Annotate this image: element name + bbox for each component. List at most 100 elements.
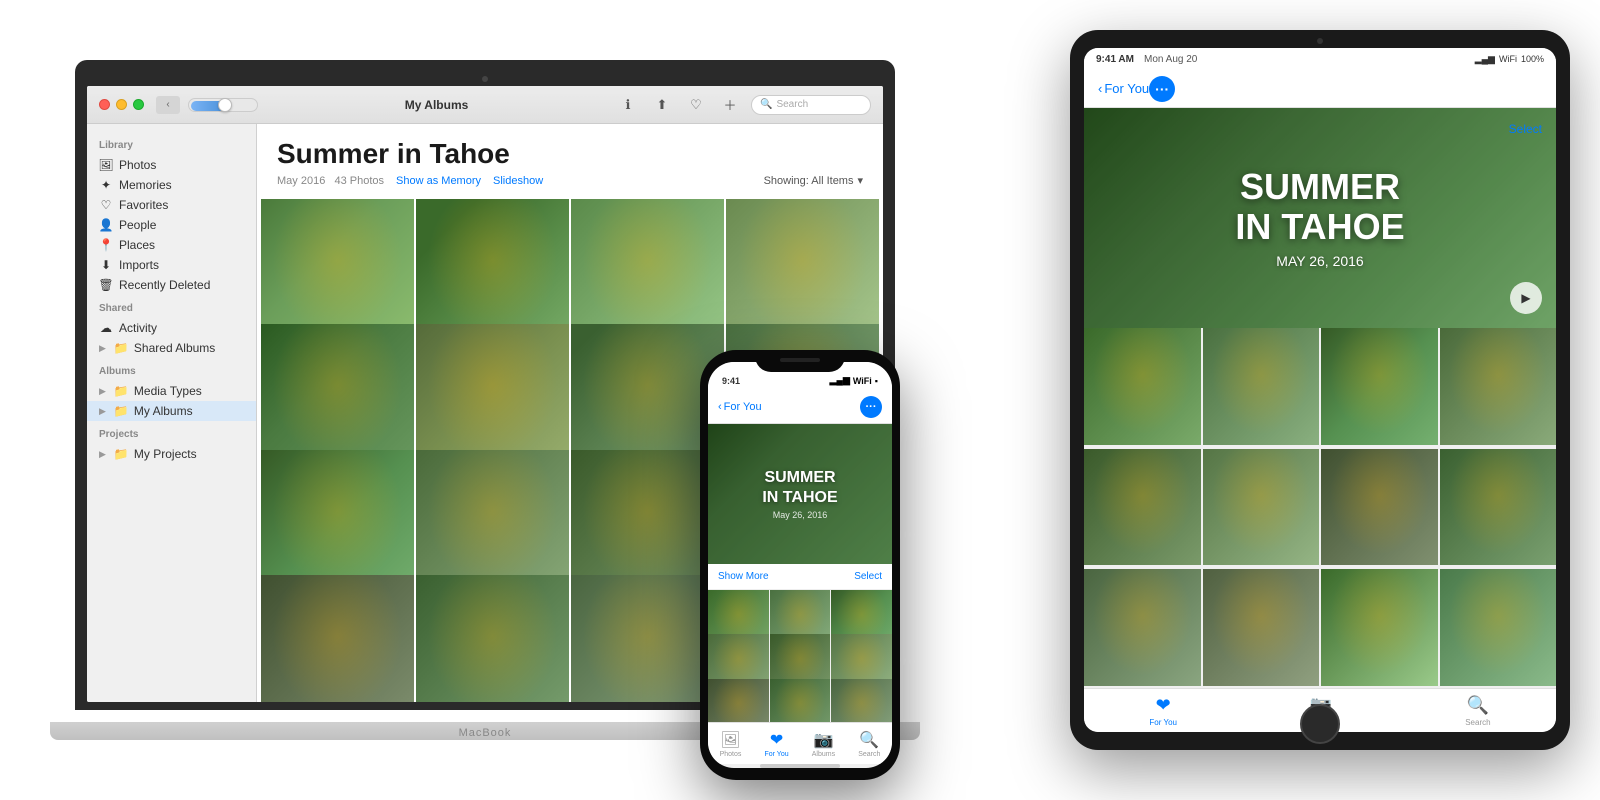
ipad-tab-search[interactable]: 🔍 Search (1465, 695, 1490, 727)
photo-cell[interactable] (416, 575, 569, 702)
iphone-tab-photos[interactable]: 🖼 Photos (720, 730, 742, 758)
iphone-status-right: ▂▄▆ WiFi ▪ (830, 375, 878, 386)
sidebar-item-my-projects[interactable]: ▶ 📁 My Projects (87, 444, 256, 464)
media-types-icon: 📁 (114, 384, 128, 398)
photo-cell[interactable] (261, 575, 414, 702)
info-button[interactable]: ℹ (615, 95, 641, 115)
sidebar-item-favorites[interactable]: ♡ Favorites (87, 195, 256, 215)
macbook-camera (482, 76, 488, 82)
macbook-label: MacBook (435, 726, 535, 740)
sidebar-item-imports-label: Imports (119, 258, 159, 272)
activity-icon: ☁ (99, 321, 113, 335)
iphone-tab-for-you[interactable]: ❤ For You (764, 730, 788, 758)
photos-icon: 🖼 (99, 158, 113, 172)
search-box[interactable]: 🔍 Search (751, 95, 871, 115)
ipad-photo-cell[interactable] (1321, 569, 1438, 686)
sidebar: Library 🖼 Photos ✦ Memories ♡ (87, 124, 257, 702)
ipad-photo-cell[interactable] (1084, 569, 1201, 686)
sidebar-item-imports[interactable]: ⬇ Imports (87, 255, 256, 275)
sidebar-item-my-projects-label: My Projects (134, 447, 197, 461)
ipad-photo-cell[interactable] (1440, 569, 1557, 686)
iphone-back-button[interactable]: ‹ For You (718, 401, 762, 413)
sidebar-item-photos[interactable]: 🖼 Photos (87, 155, 256, 175)
ipad-photo-cell[interactable] (1203, 569, 1320, 686)
window-title: My Albums (258, 98, 615, 112)
sidebar-item-activity[interactable]: ☁ Activity (87, 318, 256, 338)
ipad-status-left: 9:41 AM Mon Aug 20 (1096, 54, 1197, 65)
ipad-hero-overlay: SUMMERIN TAHOE MAY 26, 2016 (1084, 108, 1556, 328)
iphone-time: 9:41 (722, 376, 740, 386)
ipad-tab-for-you-label: For You (1149, 718, 1177, 727)
ipad-photo-cell[interactable] (1440, 449, 1557, 566)
ipad-photo-cell[interactable] (1084, 328, 1201, 445)
my-albums-icon: 📁 (114, 404, 128, 418)
iphone-tab-albums[interactable]: 📷 Albums (812, 730, 835, 758)
ipad-more-button[interactable]: ··· (1149, 76, 1175, 102)
favorite-button[interactable]: ♡ (683, 95, 709, 115)
share-button[interactable]: ⬆ (649, 95, 675, 115)
showing-filter[interactable]: Showing: All Items ▾ (764, 174, 863, 187)
iphone-chevron-left-icon: ‹ (718, 401, 722, 413)
ipad-photo-cell[interactable] (1084, 449, 1201, 566)
ipad-back-button[interactable]: ‹ For You (1098, 81, 1149, 96)
iphone-photo-cell[interactable] (770, 679, 831, 722)
ipad-photo-cell[interactable] (1440, 328, 1557, 445)
iphone-photo-grid (708, 590, 892, 722)
sidebar-item-my-albums[interactable]: ▶ 📁 My Albums (87, 401, 256, 421)
sidebar-item-recently-deleted[interactable]: 🗑 Recently Deleted (87, 275, 256, 295)
maximize-button[interactable] (133, 99, 144, 110)
ipad-home-button[interactable] (1300, 704, 1340, 744)
iphone-device: 9:41 ▂▄▆ WiFi ▪ ‹ For You ··· (700, 350, 900, 780)
search-icon: 🔍 (760, 99, 772, 110)
ipad-photo-cell[interactable] (1203, 449, 1320, 566)
sidebar-item-places[interactable]: 📍 Places (87, 235, 256, 255)
sidebar-item-favorites-label: Favorites (119, 198, 168, 212)
iphone-speaker (780, 358, 820, 362)
zoom-slider[interactable] (188, 98, 258, 112)
sidebar-item-people[interactable]: 👤 People (87, 215, 256, 235)
close-button[interactable] (99, 99, 110, 110)
ipad-time: 9:41 AM (1096, 54, 1134, 65)
chevron-left-icon: ‹ (1098, 81, 1102, 96)
ipad-select-button[interactable]: Select (1509, 122, 1542, 136)
minimize-button[interactable] (116, 99, 127, 110)
sidebar-item-my-albums-label: My Albums (134, 404, 193, 418)
expand-my-albums-icon: ▶ (99, 406, 106, 417)
expand-icon: ▶ (99, 343, 106, 354)
iphone-signal-icon: ▂▄▆ (830, 375, 850, 386)
iphone-photo-cell[interactable] (708, 679, 769, 722)
scene: ‹ My Albums ℹ ⬆ ♡ ＋ (0, 0, 1600, 800)
iphone-photo-cell[interactable] (831, 679, 892, 722)
iphone-tab-search[interactable]: 🔍 Search (858, 730, 880, 758)
for-you-icon: ❤ (1156, 695, 1171, 716)
ipad-tab-search-label: Search (1465, 718, 1490, 727)
show-as-memory-link[interactable]: Show as Memory (396, 175, 481, 187)
ipad-hero: SUMMERIN TAHOE MAY 26, 2016 ▶ Select (1084, 108, 1556, 328)
ipad-photo-cell[interactable] (1203, 328, 1320, 445)
iphone-tab-albums-label: Albums (812, 751, 835, 758)
iphone-battery-indicator: ▪ (875, 376, 878, 386)
sidebar-item-shared-albums[interactable]: ▶ 📁 Shared Albums (87, 338, 256, 358)
back-button[interactable]: ‹ (156, 96, 180, 114)
ipad-tab-for-you[interactable]: ❤ For You (1149, 695, 1177, 727)
titlebar-actions: ℹ ⬆ ♡ ＋ 🔍 Search (615, 95, 871, 115)
slideshow-link[interactable]: Slideshow (493, 175, 543, 187)
sidebar-item-media-types[interactable]: ▶ 📁 Media Types (87, 381, 256, 401)
ipad-photo-cell[interactable] (1321, 328, 1438, 445)
iphone-show-more-button[interactable]: Show More (718, 571, 769, 582)
add-to-album-button[interactable]: ＋ (717, 95, 743, 115)
expand-media-icon: ▶ (99, 386, 106, 397)
window-controls (99, 99, 144, 110)
chevron-down-icon: ▾ (857, 174, 863, 187)
memories-icon: ✦ (99, 178, 113, 192)
iphone-more-button[interactable]: ··· (860, 396, 882, 418)
iphone-home-indicator (760, 764, 840, 768)
ipad-play-button[interactable]: ▶ (1510, 282, 1542, 314)
iphone-actions-bar: Show More Select (708, 564, 892, 590)
sidebar-item-memories[interactable]: ✦ Memories (87, 175, 256, 195)
battery-indicator: 100% (1521, 54, 1544, 64)
ipad-photo-cell[interactable] (1321, 449, 1438, 566)
album-title: Summer in Tahoe (277, 140, 863, 168)
album-meta: May 2016 43 Photos Show as Memory Slides… (277, 174, 863, 187)
iphone-select-button[interactable]: Select (854, 571, 882, 582)
